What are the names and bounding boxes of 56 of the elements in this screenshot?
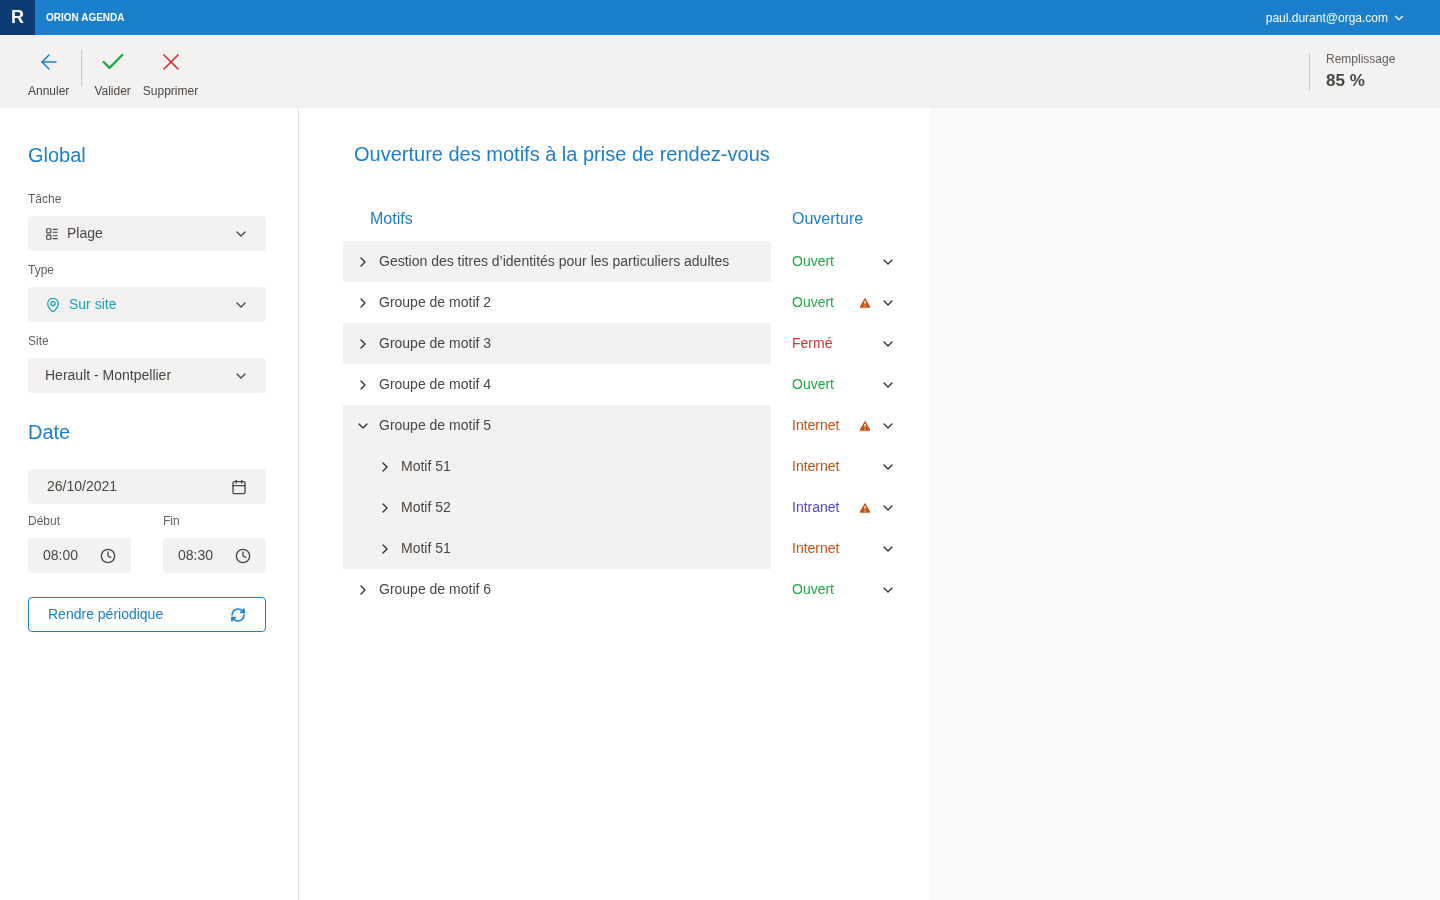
motif-row[interactable]: Gestion des titres d’identités pour les particuliers adultes xyxy=(343,241,771,282)
status-text: Intranet xyxy=(792,498,841,517)
motif-label: Groupe de motif 2 xyxy=(379,293,492,312)
motif-label: Gestion des titres d’identités pour les particuliers adultes xyxy=(379,252,730,271)
motif-label: Motif 51 xyxy=(401,457,451,476)
field-label: Début xyxy=(28,513,62,530)
time-field[interactable]: 08:00 xyxy=(28,538,131,573)
status-text: Fermé xyxy=(792,334,834,353)
toolbar-button[interactable]: Valider xyxy=(88,35,137,108)
motif-row[interactable]: Groupe de motif 4 xyxy=(343,364,771,405)
section-title: Global xyxy=(28,143,87,168)
motif-label: Groupe de motif 3 xyxy=(379,334,492,353)
field-label: Tâche xyxy=(28,191,63,208)
date-field[interactable]: 26/10/2021 xyxy=(28,469,266,504)
select-field[interactable]: Herault - Montpellier xyxy=(28,358,266,393)
motif-label: Motif 52 xyxy=(401,498,451,517)
status-text: Internet xyxy=(792,539,841,558)
location-pin-icon xyxy=(45,296,61,313)
page-title: Ouverture des motifs à la prise de rendez-vous xyxy=(354,142,771,167)
stat-label: Remplissage xyxy=(1326,50,1397,68)
logo: R xyxy=(0,0,35,35)
motif-label: Groupe de motif 4 xyxy=(379,375,492,394)
column-header: Ouverture xyxy=(791,209,864,229)
status-text: Ouvert xyxy=(792,375,835,394)
section-title: Date xyxy=(28,420,72,445)
motif-row[interactable]: Motif 51 xyxy=(343,528,771,569)
time-field[interactable]: 08:30 xyxy=(163,538,266,573)
select-field[interactable]: Plage xyxy=(28,216,266,251)
field-label: Site xyxy=(28,333,50,350)
calendar-icon xyxy=(231,478,247,495)
app-name: ORION AGENDA xyxy=(46,11,125,25)
stat-value: 85 % xyxy=(1326,69,1366,92)
field-label: Type xyxy=(28,262,55,279)
motif-row[interactable]: Motif 52 xyxy=(343,487,771,528)
status-text: Internet xyxy=(792,457,841,476)
toolbar-button[interactable]: Supprimer xyxy=(136,35,205,108)
motif-row[interactable]: Groupe de motif 5 xyxy=(343,405,771,446)
motif-label: Groupe de motif 6 xyxy=(379,580,492,599)
list-icon xyxy=(45,226,59,241)
motif-label: Groupe de motif 5 xyxy=(379,416,492,435)
refresh-icon xyxy=(230,606,246,623)
status-text: Ouvert xyxy=(792,580,835,599)
periodic-button[interactable]: Rendre périodique xyxy=(28,597,266,632)
motif-row[interactable]: Groupe de motif 6 xyxy=(343,569,771,610)
status-text: Ouvert xyxy=(792,293,835,312)
motif-row[interactable]: Motif 51 xyxy=(343,446,771,487)
toolbar-button[interactable]: Annuler xyxy=(22,35,76,108)
motif-label: Motif 51 xyxy=(401,539,451,558)
user-menu[interactable]: paul.durant@orga.com xyxy=(1265,8,1406,27)
clock-icon xyxy=(235,547,251,564)
column-header: Motifs xyxy=(369,209,414,229)
clock-icon xyxy=(100,547,116,564)
status-text: Internet xyxy=(792,416,841,435)
status-text: Ouvert xyxy=(792,252,835,271)
motif-row[interactable]: Groupe de motif 3 xyxy=(343,323,771,364)
field-label: Fin xyxy=(163,513,181,530)
